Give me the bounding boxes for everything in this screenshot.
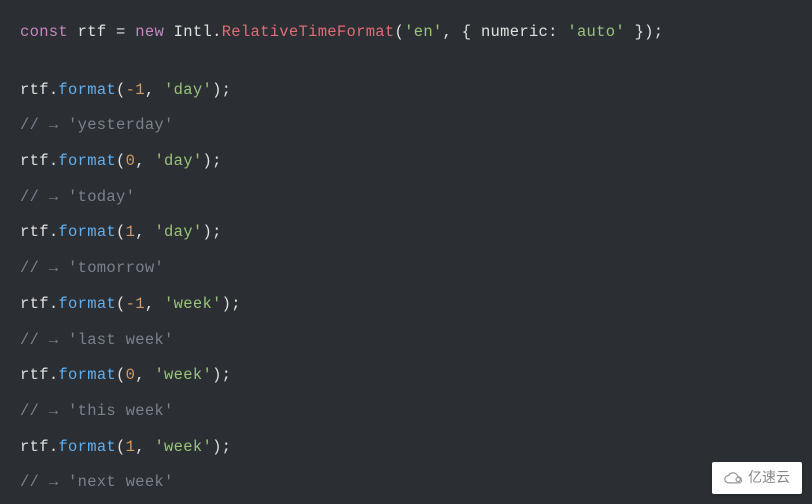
dot: . [49, 223, 59, 241]
keyword-const: const [20, 23, 68, 41]
cloud-icon [724, 471, 744, 485]
close: ); [222, 295, 241, 313]
paren-open: ( [116, 366, 126, 384]
keyword-new: new [135, 23, 164, 41]
method-format: format [58, 152, 116, 170]
string-unit: 'week' [164, 295, 222, 313]
dot: . [212, 23, 222, 41]
method-format: format [58, 295, 116, 313]
num-arg: 0 [126, 152, 136, 170]
num-arg: 1 [126, 223, 136, 241]
comma: , [135, 223, 154, 241]
code-comment: // → 'next week' [20, 472, 792, 494]
prop-numeric: numeric [481, 23, 548, 41]
var-rtf: rtf [20, 81, 49, 99]
string-unit: 'day' [164, 81, 212, 99]
method-format: format [58, 223, 116, 241]
string-auto: 'auto' [567, 23, 625, 41]
var-rtf: rtf [20, 295, 49, 313]
var-rtf: rtf [20, 438, 49, 456]
op-eq: = [106, 23, 135, 41]
code-comment: // → 'tomorrow' [20, 258, 792, 280]
code-comment: // → 'today' [20, 187, 792, 209]
code-line-declaration: const rtf = new Intl.RelativeTimeFormat(… [20, 22, 792, 44]
var-rtf: rtf [20, 152, 49, 170]
code-comment: // → 'last week' [20, 330, 792, 352]
string-unit: 'day' [154, 152, 202, 170]
obj-intl: Intl [164, 23, 212, 41]
comma: , [135, 438, 154, 456]
string-unit: 'week' [154, 438, 212, 456]
paren-open: ( [116, 438, 126, 456]
dot: . [49, 152, 59, 170]
code-line-call: rtf.format(-1, 'day'); [20, 80, 792, 102]
colon: : [548, 23, 567, 41]
code-comment: // → 'this week' [20, 401, 792, 423]
watermark-text: 亿速云 [748, 468, 790, 488]
close: ); [202, 152, 221, 170]
num-arg: 0 [126, 366, 136, 384]
string-locale: 'en' [404, 23, 442, 41]
blank-line [20, 58, 792, 80]
paren-open: ( [116, 81, 126, 99]
method-format: format [58, 438, 116, 456]
code-line-call: rtf.format(-1, 'week'); [20, 294, 792, 316]
paren-open: ( [116, 223, 126, 241]
paren-open: ( [395, 23, 405, 41]
string-unit: 'week' [154, 366, 212, 384]
close: ); [202, 223, 221, 241]
close-all: }); [625, 23, 663, 41]
comma: , [135, 152, 154, 170]
dot: . [49, 366, 59, 384]
dot: . [49, 438, 59, 456]
close: ); [212, 438, 231, 456]
num-arg: 1 [126, 438, 136, 456]
dot: . [49, 295, 59, 313]
close: ); [212, 366, 231, 384]
num-arg: -1 [126, 295, 145, 313]
comma: , [145, 81, 164, 99]
comma: , [135, 366, 154, 384]
code-line-call: rtf.format(0, 'week'); [20, 365, 792, 387]
code-comment: // → 'yesterday' [20, 115, 792, 137]
paren-open: ( [116, 295, 126, 313]
comma: , [145, 295, 164, 313]
var-rtf: rtf [20, 223, 49, 241]
num-arg: -1 [126, 81, 145, 99]
var-rtf: rtf [20, 366, 49, 384]
paren-open: ( [116, 152, 126, 170]
string-unit: 'day' [154, 223, 202, 241]
watermark-badge: 亿速云 [712, 462, 802, 494]
code-line-call: rtf.format(1, 'day'); [20, 222, 792, 244]
comma-brace: , { [443, 23, 481, 41]
close: ); [212, 81, 231, 99]
code-line-call: rtf.format(0, 'day'); [20, 151, 792, 173]
var-rtf: rtf [78, 23, 107, 41]
method-format: format [58, 366, 116, 384]
code-line-call: rtf.format(1, 'week'); [20, 437, 792, 459]
method-format: format [58, 81, 116, 99]
class-reltime: RelativeTimeFormat [222, 23, 395, 41]
dot: . [49, 81, 59, 99]
